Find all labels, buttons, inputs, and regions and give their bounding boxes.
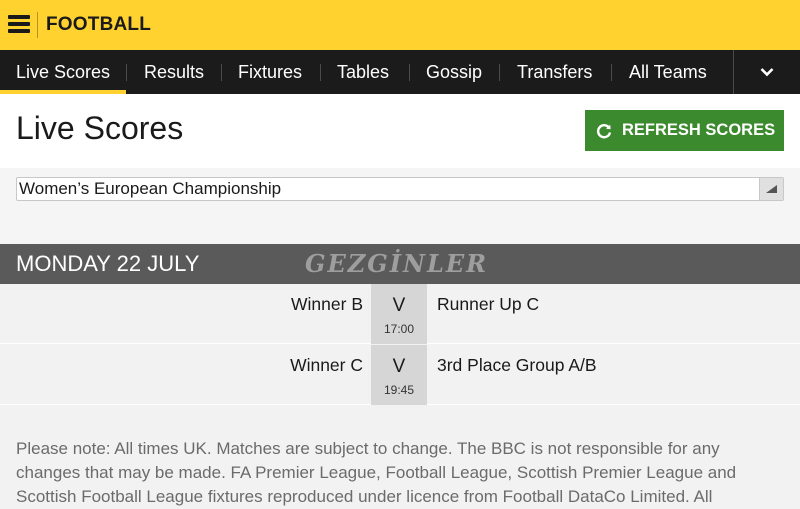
kickoff-time: 19:45: [383, 383, 415, 397]
nav-separator: [499, 64, 500, 81]
kickoff-time: 17:00: [383, 322, 415, 336]
refresh-icon: [596, 124, 612, 139]
fixture-row[interactable]: Winner B V 17:00 Runner Up C: [0, 284, 800, 344]
versus-box: V 17:00: [371, 284, 427, 344]
fixture-row[interactable]: Winner C V 19:45 3rd Place Group A/B: [0, 345, 800, 405]
nav-separator: [320, 64, 321, 81]
refresh-scores-button[interactable]: REFRESH SCORES: [585, 110, 784, 151]
versus-label: V: [392, 356, 406, 377]
page-title: Live Scores: [16, 110, 184, 146]
away-team: Runner Up C: [437, 294, 540, 314]
competition-filter: Women’s European Championship: [0, 168, 800, 244]
competition-select-value: Women’s European Championship: [19, 179, 282, 198]
nav-tab-fixtures[interactable]: Fixtures: [238, 50, 302, 94]
nav-separator: [221, 64, 222, 81]
topbar-divider: [37, 12, 38, 38]
date-heading-band: MONDAY 22 JULY GEZGİNLER: [0, 244, 800, 284]
nav-more-button[interactable]: [733, 50, 800, 94]
section-nav: Live Scores Results Fixtures Tables Goss…: [0, 50, 800, 94]
away-team: 3rd Place Group A/B: [437, 355, 597, 375]
section-brand[interactable]: FOOTBALL: [46, 14, 151, 36]
versus-box: V 19:45: [371, 345, 427, 405]
versus-label: V: [392, 295, 406, 316]
top-bar: FOOTBALL: [0, 0, 800, 50]
nav-tab-live-scores[interactable]: Live Scores: [0, 50, 127, 94]
nav-separator: [611, 64, 612, 81]
watermark-text: GEZGİNLER: [305, 249, 489, 278]
nav-separator: [126, 64, 127, 81]
chevron-down-icon: [760, 68, 774, 77]
page-header: Live Scores REFRESH SCORES: [0, 94, 800, 168]
nav-tab-gossip[interactable]: Gossip: [426, 50, 482, 94]
home-team: Winner C: [290, 355, 363, 375]
competition-select[interactable]: Women’s European Championship: [16, 177, 784, 201]
dropdown-arrow-icon: [759, 178, 783, 200]
refresh-scores-label: REFRESH SCORES: [622, 121, 776, 139]
disclaimer-note: Please note: All times UK. Matches are s…: [16, 439, 737, 506]
nav-tab-transfers[interactable]: Transfers: [517, 50, 592, 94]
nav-separator: [409, 64, 410, 81]
date-heading: MONDAY 22 JULY: [16, 251, 200, 276]
nav-tab-all-teams[interactable]: All Teams: [629, 50, 707, 94]
nav-tab-tables[interactable]: Tables: [337, 50, 389, 94]
nav-tab-results[interactable]: Results: [144, 50, 204, 94]
hamburger-menu-icon[interactable]: [8, 15, 30, 33]
home-team: Winner B: [291, 294, 363, 314]
